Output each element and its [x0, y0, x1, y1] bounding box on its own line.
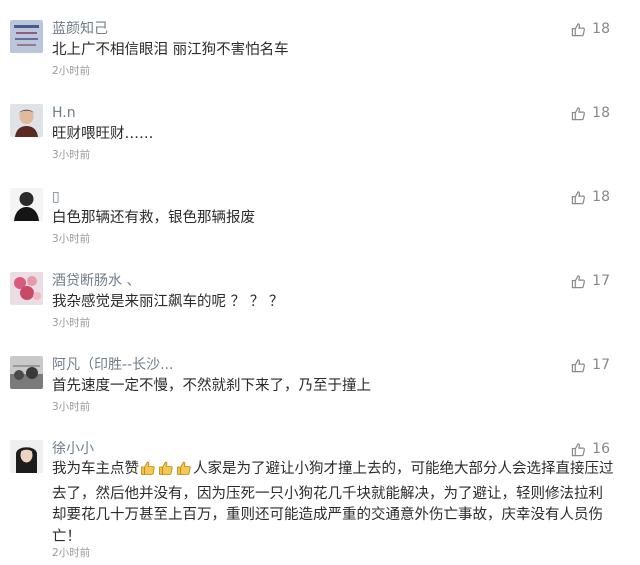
like-button[interactable]: 18 [571, 20, 610, 38]
comment-text: 首先速度一定不慢，不然就刹下来了，乃至于撞上 [52, 378, 371, 394]
username[interactable]: 徐小小 [52, 440, 94, 458]
timestamp: 3小时前 [52, 401, 91, 413]
like-count: 17 [592, 357, 610, 373]
thumbs-up-emoji-icon [140, 460, 156, 484]
thumbs-up-emoji-icon [158, 460, 174, 484]
avatar[interactable] [10, 356, 43, 389]
like-button[interactable]: 18 [571, 104, 610, 122]
comment-item: H.n 旺财喂旺财…… 3小时前 18 [0, 104, 640, 164]
username[interactable]: H.n [52, 104, 76, 122]
timestamp: 3小时前 [52, 149, 91, 161]
avatar[interactable] [10, 104, 43, 137]
thumbs-up-outline-icon [571, 190, 586, 205]
comment-item: 蓝颜知己 北上广不相信眼泪 丽江狗不害怕名车 2小时前 18 [0, 20, 640, 80]
avatar[interactable] [10, 272, 43, 305]
username[interactable]: 阿凡（印胜--长沙... [52, 356, 173, 374]
username[interactable]: 蓝颜知己 [52, 20, 108, 38]
username[interactable]: 酒贷断肠水 、 [52, 272, 140, 290]
thumbs-up-outline-icon [571, 442, 586, 457]
thumbs-up-outline-icon [571, 274, 586, 289]
avatar[interactable] [10, 440, 43, 473]
comment-item: ▯ 白色那辆还有救，银色那辆报废 3小时前 18 [0, 188, 640, 248]
username[interactable]: ▯ [52, 188, 60, 206]
timestamp: 3小时前 [52, 233, 91, 245]
avatar[interactable] [10, 188, 43, 221]
comment-item: 酒贷断肠水 、 我杂感觉是来丽江飙车的呢 ？ ？ ？ 3小时前 17 [0, 272, 640, 332]
like-count: 17 [592, 273, 610, 289]
avatar[interactable] [10, 20, 43, 53]
thumbs-up-outline-icon [571, 22, 586, 37]
comment-text: 旺财喂旺财…… [52, 126, 154, 142]
like-count: 18 [592, 21, 610, 37]
timestamp: 3小时前 [52, 317, 91, 329]
comment-text: 我杂感觉是来丽江飙车的呢 ？ ？ ？ [52, 294, 284, 310]
timestamp: 2小时前 [52, 65, 91, 77]
like-count: 18 [592, 105, 610, 121]
like-button[interactable]: 17 [571, 356, 610, 374]
comment-text: 我为车主点赞 人家是为了避让小狗才撞上去的，可能绝大部分人会选择直接压过去了，然后… [52, 459, 617, 548]
timestamp: 2小时前 [52, 547, 91, 559]
thumbs-up-emoji-icon [176, 460, 192, 484]
like-button[interactable]: 16 [571, 440, 610, 458]
thumbs-up-outline-icon [571, 106, 586, 121]
like-count: 16 [592, 441, 610, 457]
comment-text: 白色那辆还有救，银色那辆报废 [52, 210, 255, 226]
like-count: 18 [592, 189, 610, 205]
like-button[interactable]: 17 [571, 272, 610, 290]
comment-item: 阿凡（印胜--长沙... 首先速度一定不慢，不然就刹下来了，乃至于撞上 3小时前… [0, 356, 640, 416]
like-button[interactable]: 18 [571, 188, 610, 206]
comment-text: 北上广不相信眼泪 丽江狗不害怕名车 [52, 42, 289, 58]
thumbs-up-outline-icon [571, 358, 586, 373]
comment-item: 徐小小 我为车主点赞 人家是为了避让小狗才撞上去的，可能绝大部分人会选择直接压过去… [0, 440, 640, 565]
comment-text-part: 我为车主点赞 [52, 461, 139, 477]
